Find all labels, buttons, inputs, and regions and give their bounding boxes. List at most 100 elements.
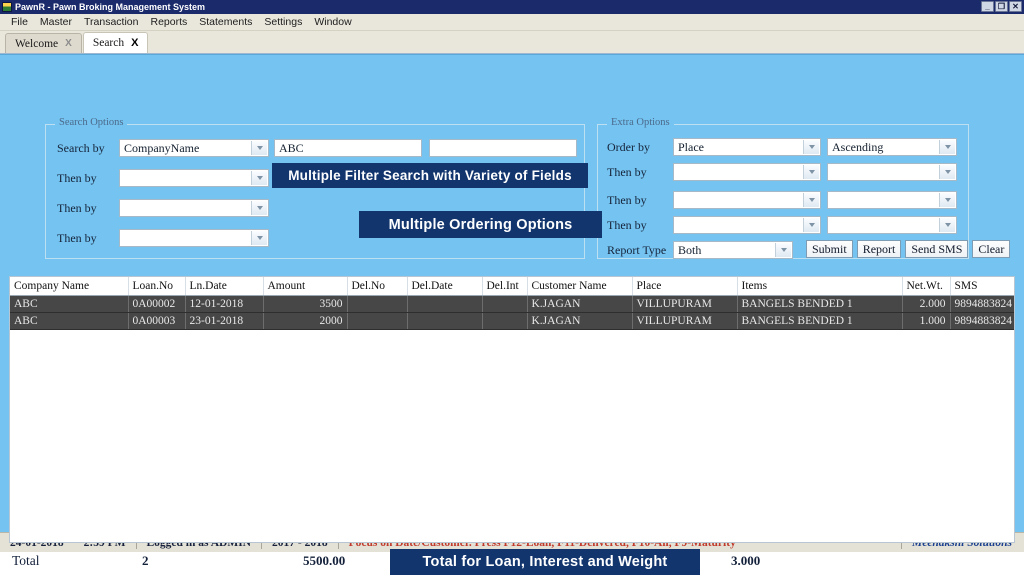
minimize-icon[interactable]: _ (981, 1, 994, 12)
chevron-down-icon[interactable] (251, 231, 267, 245)
chevron-down-icon[interactable] (939, 140, 955, 154)
restore-icon[interactable]: ❐ (995, 1, 1008, 12)
report-button[interactable]: Report (856, 240, 902, 258)
total-amount-value: 5500.00 (303, 553, 346, 568)
window-title: PawnR - Pawn Broking Management System (15, 2, 206, 12)
menu-item-statements[interactable]: Statements (193, 15, 258, 29)
chevron-down-icon[interactable] (803, 165, 819, 179)
report-type-select[interactable]: Both (673, 241, 793, 259)
menu-item-master[interactable]: Master (34, 15, 78, 29)
menu-item-file[interactable]: File (5, 15, 34, 29)
close-icon[interactable]: ✕ (1009, 1, 1022, 12)
col-ln-date[interactable]: Ln.Date (185, 277, 264, 296)
order-by-direction-select[interactable]: Ascending (827, 138, 957, 156)
cell-customer-name: K.JAGAN (527, 295, 633, 313)
search-row-3: Then by (57, 199, 269, 217)
order-then-by-1-label: Then by (607, 164, 647, 179)
order-then-by-1-direction-select[interactable] (827, 163, 957, 181)
submit-button[interactable]: Submit (806, 240, 853, 258)
col-items[interactable]: Items (737, 277, 903, 296)
menu-item-reports[interactable]: Reports (144, 15, 193, 29)
cell-company-name: ABC (10, 295, 129, 313)
search-by-field-select[interactable]: CompanyName (119, 139, 269, 157)
then-by-3-field-select[interactable] (119, 229, 269, 247)
extra-row-2: Then by (607, 163, 957, 181)
extra-row-3: Then by (607, 191, 957, 209)
then-by-1-field-select[interactable] (119, 169, 269, 187)
menu-item-settings[interactable]: Settings (258, 15, 308, 29)
col-loan-no[interactable]: Loan.No (128, 277, 186, 296)
col-del-no[interactable]: Del.No (347, 277, 408, 296)
chevron-down-icon[interactable] (803, 140, 819, 154)
window-controls: _ ❐ ✕ (981, 1, 1022, 12)
cell-del-date (407, 295, 483, 313)
menu-item-transaction[interactable]: Transaction (78, 15, 144, 29)
col-net-wt[interactable]: Net.Wt. (902, 277, 951, 296)
order-then-by-2-field-select[interactable] (673, 191, 821, 209)
col-place[interactable]: Place (632, 277, 738, 296)
chevron-down-icon[interactable] (251, 201, 267, 215)
then-by-3-label: Then by (57, 230, 97, 245)
grid-empty-area (10, 329, 1014, 542)
chevron-down-icon[interactable] (939, 193, 955, 207)
results-table: Company Name Loan.No Ln.Date Amount Del.… (10, 277, 1014, 330)
order-then-by-2-direction-select[interactable] (827, 191, 957, 209)
col-del-int[interactable]: Del.Int (482, 277, 528, 296)
table-header-row: Company Name Loan.No Ln.Date Amount Del.… (10, 277, 1014, 296)
send-sms-button[interactable]: Send SMS (905, 240, 969, 258)
menu-item-window[interactable]: Window (308, 15, 357, 29)
table-row[interactable]: ABC 0A00002 12-01-2018 3500 K.JAGAN VILL… (10, 295, 1014, 313)
search-row-4: Then by (57, 229, 269, 247)
search-by-label: Search by (57, 140, 105, 155)
cell-ln-date: 12-01-2018 (185, 295, 264, 313)
chevron-down-icon[interactable] (251, 141, 267, 155)
cell-items: BANGELS BENDED 1 (737, 312, 903, 330)
cell-del-no (347, 295, 408, 313)
tab-search-close-icon[interactable]: X (131, 37, 138, 49)
report-type-label: Report Type (607, 242, 667, 257)
col-amount[interactable]: Amount (263, 277, 348, 296)
app-icon (2, 2, 12, 12)
total-count-value: 2 (142, 553, 149, 568)
tab-welcome-close-icon[interactable]: X (65, 38, 72, 49)
cell-sms: 9894883824 (950, 312, 1014, 330)
order-then-by-1-field-select[interactable] (673, 163, 821, 181)
window-titlebar: PawnR - Pawn Broking Management System _… (0, 0, 1024, 14)
cell-items: BANGELS BENDED 1 (737, 295, 903, 313)
chevron-down-icon[interactable] (939, 165, 955, 179)
col-sms[interactable]: SMS (950, 277, 1014, 296)
cell-place: VILLUPURAM (632, 312, 738, 330)
chevron-down-icon[interactable] (803, 193, 819, 207)
chevron-down-icon[interactable] (775, 243, 791, 257)
order-by-field-select[interactable]: Place (673, 138, 821, 156)
cell-sms: 9894883824 (950, 295, 1014, 313)
col-del-date[interactable]: Del.Date (407, 277, 483, 296)
chevron-down-icon[interactable] (803, 218, 819, 232)
cell-del-int (482, 295, 528, 313)
col-customer-name[interactable]: Customer Name (527, 277, 633, 296)
col-company-name[interactable]: Company Name (10, 277, 129, 296)
then-by-2-field-select[interactable] (119, 199, 269, 217)
order-then-by-2-label: Then by (607, 192, 647, 207)
tab-search-label: Search (92, 37, 125, 49)
total-weight-value: 3.000 (731, 553, 761, 568)
tab-search[interactable]: Search X (82, 32, 149, 53)
table-row[interactable]: ABC 0A00003 23-01-2018 2000 K.JAGAN VILL… (10, 312, 1014, 330)
then-by-1-label: Then by (57, 170, 97, 185)
chevron-down-icon[interactable] (251, 171, 267, 185)
action-buttons: Submit Report Send SMS Clear (806, 240, 1011, 258)
cell-company-name: ABC (10, 312, 129, 330)
search-by-value-input[interactable]: ABC (274, 139, 422, 157)
callout-ordering-options: Multiple Ordering Options (359, 211, 602, 238)
order-then-by-3-direction-select[interactable] (827, 216, 957, 234)
results-grid[interactable]: Company Name Loan.No Ln.Date Amount Del.… (9, 276, 1015, 543)
order-then-by-3-field-select[interactable] (673, 216, 821, 234)
cell-del-int (482, 312, 528, 330)
tab-welcome[interactable]: Welcome X (5, 33, 82, 53)
search-row-1: Search by CompanyName ABC (57, 139, 577, 157)
search-by-value2-input[interactable] (429, 139, 577, 157)
tab-strip: Welcome X Search X (0, 31, 1024, 54)
total-label: Total (12, 553, 40, 568)
clear-button[interactable]: Clear (972, 240, 1011, 258)
chevron-down-icon[interactable] (939, 218, 955, 232)
